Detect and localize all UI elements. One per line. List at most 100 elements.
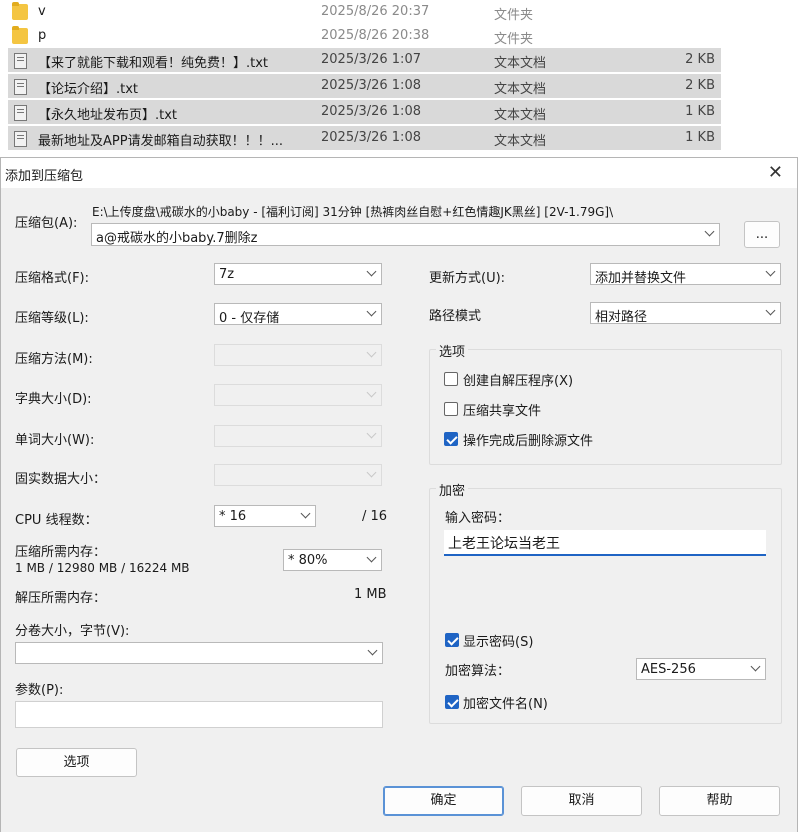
ok-button[interactable]: 确定 bbox=[383, 786, 504, 816]
chevron-down-icon bbox=[366, 387, 377, 398]
chevron-down-icon bbox=[750, 661, 761, 672]
file-name: 【来了就能下载和观看！纯免费！】.txt bbox=[38, 56, 269, 71]
encrypt-names-checkbox[interactable] bbox=[445, 695, 459, 709]
password-label: 输入密码： bbox=[445, 511, 511, 526]
params-input[interactable] bbox=[15, 701, 383, 728]
file-date: 2025/8/26 20:37 bbox=[321, 4, 430, 19]
update-value: 添加并替换文件 bbox=[595, 271, 687, 286]
archive-name-combo[interactable]: a@戒碳水的小baby.7删除z bbox=[91, 223, 720, 246]
show-password-label: 显示密码(S) bbox=[463, 635, 534, 650]
list-item[interactable]: 【论坛介绍】.txt 2025/3/26 1:08 文本文档 2 KB bbox=[8, 74, 721, 98]
file-type: 文本文档 bbox=[494, 134, 547, 149]
chevron-down-icon bbox=[704, 226, 715, 237]
chevron-down-icon bbox=[366, 552, 377, 563]
file-date: 2025/3/26 1:08 bbox=[321, 78, 421, 93]
enc-method-label: 加密算法： bbox=[445, 664, 511, 679]
archive-path: E:\上传度盘\戒碳水的小baby - [福利订阅] 31分钟 [热裤肉丝自慰+… bbox=[92, 205, 614, 219]
password-input[interactable]: 上老王论坛当老王 bbox=[444, 530, 766, 556]
update-select[interactable]: 添加并替换文件 bbox=[590, 263, 781, 286]
options-button[interactable]: 选项 bbox=[16, 748, 137, 777]
list-item[interactable]: 最新地址及APP请发邮箱自动获取！！！... 2025/3/26 1:08 文本… bbox=[8, 126, 721, 150]
title-bar: 添加到压缩包 ✕ bbox=[1, 158, 797, 188]
file-name: 【论坛介绍】.txt bbox=[38, 82, 139, 97]
level-select[interactable]: 0 - 仅存储 bbox=[214, 303, 382, 326]
solid-select bbox=[214, 464, 382, 486]
password-value: 上老王论坛当老王 bbox=[448, 536, 560, 552]
split-label: 分卷大小，字节(V): bbox=[15, 624, 130, 639]
chevron-down-icon bbox=[366, 347, 377, 358]
path-select[interactable]: 相对路径 bbox=[590, 302, 781, 325]
chevron-down-icon bbox=[300, 508, 311, 519]
browse-button[interactable]: ... bbox=[744, 221, 780, 248]
file-date: 2025/3/26 1:08 bbox=[321, 104, 421, 119]
method-select bbox=[214, 344, 382, 366]
params-label: 参数(P): bbox=[15, 683, 64, 698]
delete-source-checkbox[interactable] bbox=[444, 432, 458, 446]
dict-label: 字典大小(D): bbox=[15, 392, 92, 407]
chevron-down-icon bbox=[366, 428, 377, 439]
encryption-group-title: 加密 bbox=[436, 480, 469, 499]
text-file-icon bbox=[14, 131, 27, 147]
cpu-max: / 16 bbox=[362, 509, 388, 524]
text-file-icon bbox=[14, 79, 27, 95]
file-type: 文件夹 bbox=[494, 32, 534, 47]
word-select bbox=[214, 425, 382, 447]
chevron-down-icon bbox=[366, 266, 377, 277]
sfx-checkbox[interactable] bbox=[444, 372, 458, 386]
cancel-button[interactable]: 取消 bbox=[521, 786, 642, 816]
encryption-group: 加密 输入密码： 上老王论坛当老王 显示密码(S) 加密算法： AES-256 … bbox=[429, 480, 782, 724]
file-name: 最新地址及APP请发邮箱自动获取！！！... bbox=[38, 134, 283, 149]
delete-source-label: 操作完成后删除源文件 bbox=[463, 434, 594, 449]
dialog-title: 添加到压缩包 bbox=[5, 169, 84, 184]
shared-label: 压缩共享文件 bbox=[463, 404, 542, 419]
file-name: v bbox=[38, 4, 46, 19]
encrypt-names-label: 加密文件名(N) bbox=[463, 697, 548, 712]
file-name: 【永久地址发布页】.txt bbox=[38, 108, 178, 123]
list-item[interactable]: v 2025/8/26 20:37 文件夹 bbox=[8, 0, 721, 24]
list-item[interactable]: 【来了就能下载和观看！纯免费！】.txt 2025/3/26 1:07 文本文档… bbox=[8, 48, 721, 72]
text-file-icon bbox=[14, 53, 27, 69]
file-type: 文本文档 bbox=[494, 56, 547, 71]
cpu-select[interactable]: * 16 bbox=[214, 505, 316, 527]
folder-icon bbox=[12, 26, 28, 44]
level-value: 0 - 仅存储 bbox=[219, 311, 280, 326]
chevron-down-icon bbox=[366, 467, 377, 478]
file-date: 2025/3/26 1:07 bbox=[321, 52, 421, 67]
folder-icon bbox=[12, 2, 28, 20]
show-password-checkbox[interactable] bbox=[445, 633, 459, 647]
file-type: 文本文档 bbox=[494, 82, 547, 97]
mem-detail: 1 MB / 12980 MB / 16224 MB bbox=[15, 561, 190, 575]
enc-method-select[interactable]: AES-256 bbox=[636, 658, 766, 680]
file-name: p bbox=[38, 28, 47, 43]
add-to-archive-dialog: 添加到压缩包 ✕ 压缩包(A): E:\上传度盘\戒碳水的小baby - [福利… bbox=[0, 157, 798, 832]
help-button[interactable]: 帮助 bbox=[659, 786, 780, 816]
decomp-label: 解压所需内存： bbox=[15, 591, 107, 606]
format-select[interactable]: 7z bbox=[214, 263, 382, 285]
file-type: 文本文档 bbox=[494, 108, 547, 123]
split-select[interactable] bbox=[15, 642, 383, 664]
update-label: 更新方式(U): bbox=[429, 271, 506, 286]
options-group-title: 选项 bbox=[436, 341, 469, 360]
file-size: 1 KB bbox=[685, 130, 715, 145]
file-size: 2 KB bbox=[685, 78, 715, 93]
level-label: 压缩等级(L): bbox=[15, 311, 89, 326]
file-type: 文件夹 bbox=[494, 8, 534, 23]
mem-value: * 80% bbox=[288, 553, 328, 568]
file-size: 2 KB bbox=[685, 52, 715, 67]
shared-checkbox[interactable] bbox=[444, 402, 458, 416]
list-item[interactable]: p 2025/8/26 20:38 文件夹 bbox=[8, 24, 721, 48]
list-item[interactable]: 【永久地址发布页】.txt 2025/3/26 1:08 文本文档 1 KB bbox=[8, 100, 721, 124]
file-date: 2025/3/26 1:08 bbox=[321, 130, 421, 145]
method-label: 压缩方法(M): bbox=[15, 352, 93, 367]
options-group: 选项 创建自解压程序(X) 压缩共享文件 操作完成后删除源文件 bbox=[429, 341, 782, 465]
archive-name-value: a@戒碳水的小baby.7删除z bbox=[96, 231, 258, 246]
format-value: 7z bbox=[219, 267, 235, 282]
close-icon[interactable]: ✕ bbox=[768, 162, 783, 183]
mem-select[interactable]: * 80% bbox=[283, 549, 382, 571]
format-label: 压缩格式(F): bbox=[15, 271, 90, 286]
text-file-icon bbox=[14, 105, 27, 121]
chevron-down-icon bbox=[765, 305, 776, 316]
cpu-value: * 16 bbox=[219, 509, 247, 524]
enc-method-value: AES-256 bbox=[641, 662, 696, 677]
chevron-down-icon bbox=[366, 306, 377, 317]
